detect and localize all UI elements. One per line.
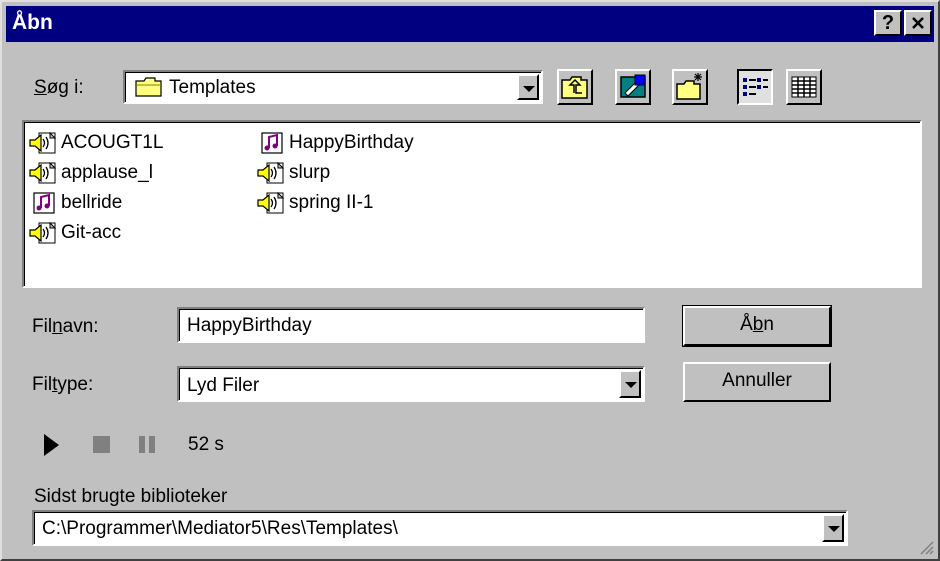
file-name: HappyBirthday	[289, 132, 414, 153]
filetype-value: Lyd Filer	[187, 375, 260, 396]
recent-combo[interactable]: C:\Programmer\Mediator5\Res\Templates\	[32, 510, 848, 546]
lookin-value: Templates	[169, 77, 256, 98]
open-button[interactable]: Åbn	[682, 305, 832, 347]
desktop-icon	[620, 74, 646, 98]
file-list[interactable]: ACOUGT1L applause_l bellride Git-acc Hap…	[22, 120, 922, 288]
list-view-button[interactable]	[737, 69, 773, 105]
stop-icon[interactable]	[92, 430, 112, 460]
file-item[interactable]: spring II-1	[256, 190, 373, 216]
lookin-label: Søg i:	[34, 77, 84, 99]
file-name: applause_l	[61, 162, 153, 183]
open-button-rest: n	[763, 314, 774, 335]
filetype-label-prefix: Fil	[32, 374, 53, 395]
sound-file-icon	[28, 162, 58, 184]
play-icon[interactable]	[42, 430, 62, 460]
file-item[interactable]: HappyBirthday	[256, 130, 414, 156]
file-item[interactable]: slurp	[256, 160, 330, 186]
file-item[interactable]: applause_l	[28, 160, 153, 186]
cancel-button[interactable]: Annuller	[683, 362, 831, 402]
filename-label-rest: avn:	[62, 316, 99, 337]
details-view-button[interactable]	[786, 69, 822, 105]
folder-icon	[135, 77, 162, 97]
close-button[interactable]	[904, 10, 932, 36]
sound-file-icon	[256, 162, 286, 184]
file-name: ACOUGT1L	[61, 132, 164, 153]
recent-label: Sidst brugte biblioteker	[34, 486, 228, 507]
new-folder-icon	[676, 73, 702, 100]
up-one-level-icon	[561, 76, 588, 99]
filename-label-accel: n	[52, 316, 63, 337]
sound-file-icon	[256, 192, 286, 214]
file-name: bellride	[61, 192, 123, 213]
details-view-icon	[791, 76, 817, 98]
filename-value: HappyBirthday	[187, 315, 312, 336]
recent-dropdown-arrow[interactable]	[822, 514, 844, 542]
pause-icon[interactable]	[137, 430, 159, 460]
file-item[interactable]: bellride	[28, 190, 122, 216]
filename-input[interactable]: HappyBirthday	[177, 307, 645, 343]
lookin-combo[interactable]: Templates	[123, 70, 543, 104]
desktop-button[interactable]	[615, 69, 651, 105]
midi-file-icon	[28, 192, 58, 214]
midi-file-icon	[256, 132, 286, 154]
file-name: spring II-1	[289, 192, 374, 213]
file-name: slurp	[289, 162, 331, 183]
list-view-icon	[743, 78, 768, 96]
open-button-accel: b	[752, 314, 764, 335]
file-name: Git-acc	[61, 222, 122, 243]
lookin-label-accel: S	[34, 77, 47, 98]
resize-grip[interactable]	[918, 539, 934, 555]
filetype-combo[interactable]: Lyd Filer	[177, 366, 645, 402]
filetype-dropdown-arrow[interactable]	[619, 370, 641, 398]
lookin-label-rest: øg i:	[46, 77, 84, 98]
window-title: Åbn	[12, 11, 53, 34]
filetype-label: Filtype:	[32, 374, 93, 396]
file-item[interactable]: ACOUGT1L	[28, 130, 163, 156]
filetype-label-rest: ype:	[57, 374, 94, 395]
up-one-level-button[interactable]	[557, 69, 593, 105]
recent-value: C:\Programmer\Mediator5\Res\Templates\	[42, 518, 398, 539]
title-bar[interactable]: Åbn ?	[6, 6, 934, 42]
help-button[interactable]: ?	[874, 10, 902, 36]
close-icon	[912, 17, 924, 29]
lookin-dropdown-arrow[interactable]	[517, 74, 539, 100]
filename-label: Filnavn:	[32, 316, 99, 338]
open-button-prefix: Å	[740, 314, 753, 335]
filename-label-prefix: Fil	[32, 316, 53, 337]
open-dialog: Åbn ? Søg i: Templates ACOUGT1L applause…	[0, 0, 940, 561]
file-item[interactable]: Git-acc	[28, 220, 121, 246]
new-folder-button[interactable]	[672, 69, 708, 105]
sound-file-icon	[28, 132, 58, 154]
sound-file-icon	[28, 222, 58, 244]
duration-readout: 52 s	[188, 434, 224, 455]
